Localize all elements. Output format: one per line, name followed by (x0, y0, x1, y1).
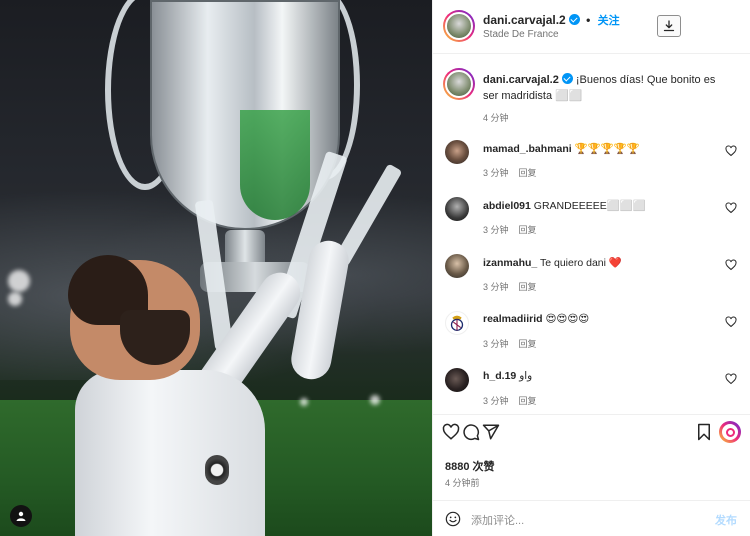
comment-item: izanmahu_ Te quiero dani ❤️ 3 分钟 回复 (433, 252, 750, 309)
reply-button[interactable]: 回复 (519, 282, 537, 292)
heart-icon[interactable] (725, 145, 737, 157)
download-button[interactable] (657, 15, 681, 37)
player-shirt (75, 370, 265, 536)
commenter-avatar[interactable] (445, 311, 469, 335)
remix-icon (722, 424, 738, 440)
download-icon (663, 20, 675, 32)
comment-time: 3 分钟 (483, 225, 509, 235)
comment-line: realmadiirid 😍😍😍😍 (483, 313, 589, 325)
comment-line: mamad_.bahmani 🏆🏆🏆🏆🏆 (483, 142, 640, 155)
commenter-avatar[interactable] (445, 197, 469, 221)
heart-icon[interactable] (725, 316, 737, 328)
heart-icon[interactable] (725, 373, 737, 385)
commenter-username[interactable]: realmadiirid (483, 313, 543, 325)
separator: • (586, 13, 591, 27)
trophy-reflection (240, 110, 310, 220)
post-photo[interactable] (0, 0, 432, 536)
comment-item: abdiel091 GRANDEEEEE⬜⬜⬜ 3 分钟 回复 (433, 195, 750, 252)
comment-text: Te quiero dani ❤️ (540, 257, 622, 269)
ucl-badge (205, 455, 229, 485)
comment-meta: 3 分钟 回复 (483, 166, 537, 179)
heart-icon[interactable] (442, 423, 460, 441)
verified-badge-icon (561, 73, 573, 84)
reply-button[interactable]: 回复 (519, 225, 537, 235)
author-avatar[interactable] (443, 10, 475, 42)
stadium-light (8, 270, 30, 292)
add-comment-bar: 添加评论... 发布 (433, 500, 750, 536)
user-tags-button[interactable] (10, 505, 32, 527)
reels-remix-button[interactable] (719, 421, 741, 443)
add-comment-input[interactable]: 添加评论... (471, 512, 524, 528)
bookmark-icon[interactable] (695, 423, 713, 441)
share-icon[interactable] (482, 423, 500, 441)
post-details-panel: dani.carvajal.2 • 关注 Stade De France dan… (432, 0, 750, 536)
commenter-username[interactable]: izanmahu_ (483, 257, 537, 269)
stadium-light (300, 398, 308, 406)
comment-text: 😍😍😍😍 (545, 313, 590, 325)
comment-text: GRANDEEEEE⬜⬜⬜ (533, 200, 646, 212)
reply-button[interactable]: 回复 (519, 396, 537, 406)
commenter-username[interactable]: h_d.19 (483, 370, 516, 382)
comment-time: 3 分钟 (483, 396, 509, 406)
comment-line: izanmahu_ Te quiero dani ❤️ (483, 256, 622, 269)
comment-meta: 3 分钟 回复 (483, 337, 537, 350)
caption-text-block: dani.carvajal.2 ¡Buenos días! Que bonito… (483, 72, 733, 104)
likes-count[interactable]: 8880 次赞 (445, 458, 495, 474)
caption-username[interactable]: dani.carvajal.2 (483, 74, 559, 86)
comment-line: h_d.19 واو (483, 370, 532, 382)
heart-icon[interactable] (725, 202, 737, 214)
post-header: dani.carvajal.2 • 关注 Stade De France (433, 0, 750, 54)
heart-icon[interactable] (725, 259, 737, 271)
comment-time: 3 分钟 (483, 339, 509, 349)
follow-button[interactable]: 关注 (598, 15, 620, 27)
commenter-avatar[interactable] (445, 368, 469, 392)
comment-time: 3 分钟 (483, 282, 509, 292)
comment-text: واو (519, 370, 533, 382)
commenter-avatar[interactable] (445, 140, 469, 164)
comment-meta: 3 分钟 回复 (483, 223, 537, 236)
comment-meta: 3 分钟 回复 (483, 280, 537, 293)
verified-badge-icon (568, 14, 580, 25)
post-viewer: dani.carvajal.2 • 关注 Stade De France dan… (0, 0, 750, 536)
post-comment-button[interactable]: 发布 (715, 512, 737, 528)
comment-time: 3 分钟 (483, 168, 509, 178)
comment-item: mamad_.bahmani 🏆🏆🏆🏆🏆 3 分钟 回复 (433, 138, 750, 195)
real-madrid-crest-icon (450, 315, 464, 331)
author-line: dani.carvajal.2 • 关注 (483, 12, 620, 28)
emoji-icon[interactable] (445, 511, 461, 527)
location-link[interactable]: Stade De France (483, 29, 559, 40)
author-username[interactable]: dani.carvajal.2 (483, 13, 566, 27)
comment-icon[interactable] (462, 423, 480, 441)
commenter-avatar[interactable] (445, 254, 469, 278)
comment-item: realmadiirid 😍😍😍😍 3 分钟 回复 (433, 309, 750, 366)
commenter-username[interactable]: abdiel091 (483, 200, 531, 212)
reply-button[interactable]: 回复 (519, 339, 537, 349)
post-time: 4 分钟前 (445, 478, 480, 488)
comment-meta: 3 分钟 回复 (483, 394, 537, 407)
caption-avatar[interactable] (443, 68, 475, 100)
caption-time: 4 分钟 (483, 113, 509, 123)
stadium-light (8, 292, 22, 306)
commenter-username[interactable]: mamad_.bahmani (483, 143, 572, 155)
stadium-light (370, 395, 380, 405)
user-tag-icon (16, 511, 26, 521)
comment-line: abdiel091 GRANDEEEEE⬜⬜⬜ (483, 199, 646, 212)
comment-text: 🏆🏆🏆🏆🏆 (574, 143, 640, 155)
post-actions-bar (433, 414, 750, 454)
reply-button[interactable]: 回复 (519, 168, 537, 178)
